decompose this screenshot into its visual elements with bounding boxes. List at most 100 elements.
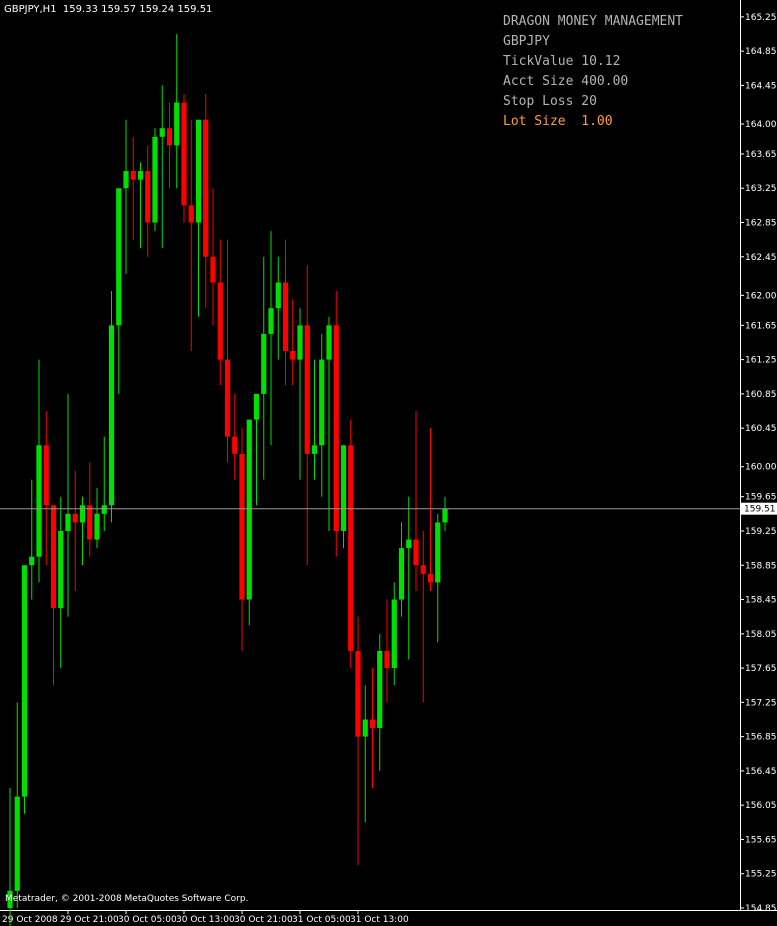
price-tick-label: 156.05 bbox=[745, 801, 777, 811]
price-tick-label: 155.25 bbox=[745, 870, 777, 880]
price-tick-label: 157.25 bbox=[745, 698, 777, 708]
bull-candle bbox=[253, 393, 260, 420]
bull-candle bbox=[152, 136, 158, 223]
bull-candle bbox=[36, 445, 42, 557]
bear-candle bbox=[217, 282, 223, 360]
bull-candle bbox=[108, 325, 115, 506]
bear-candle bbox=[348, 445, 354, 651]
price-tick-label: 161.25 bbox=[745, 356, 777, 366]
bull-candle bbox=[362, 719, 368, 737]
bull-candle bbox=[58, 530, 64, 609]
bear-candle bbox=[355, 650, 361, 737]
current-price-label: 159.51 bbox=[744, 505, 776, 515]
bull-candle bbox=[195, 119, 202, 223]
price-tick-label: 158.05 bbox=[745, 630, 777, 640]
candlestick-chart[interactable]: 165.25 164.85 164.45 164.00 163.65 163.25 162.… bbox=[0, 0, 777, 926]
bull-candle bbox=[442, 508, 448, 523]
bull-candle bbox=[340, 445, 347, 531]
price-tick-label: 162.45 bbox=[745, 253, 777, 263]
bear-candle bbox=[420, 565, 426, 574]
bull-candle bbox=[275, 282, 281, 309]
bull-candle bbox=[377, 650, 383, 729]
bull-candle bbox=[159, 128, 165, 137]
bull-candle bbox=[137, 171, 144, 180]
bull-candle bbox=[29, 556, 35, 566]
bull-candle bbox=[79, 505, 86, 523]
bear-candle bbox=[232, 436, 238, 454]
time-tick-label: 29 Oct 21:00 bbox=[60, 915, 119, 925]
account-size: Acct Size 400.00 bbox=[503, 74, 629, 89]
bear-candle bbox=[304, 325, 310, 454]
bull-candle bbox=[406, 539, 412, 549]
bull-candle bbox=[261, 333, 267, 394]
panel-title: DRAGON MONEY MANAGEMENT bbox=[503, 14, 684, 29]
bear-candle bbox=[166, 128, 173, 146]
bear-candle bbox=[203, 119, 209, 257]
price-tick-label: 164.45 bbox=[745, 81, 777, 91]
bear-candle bbox=[290, 351, 296, 360]
copyright-notice: Metatrader, © 2001-2008 MetaQuotes Softw… bbox=[5, 894, 249, 904]
price-tick-label: 163.65 bbox=[745, 150, 777, 160]
chart-header: GBPJPY,H1 159.33 159.57 159.24 159.51 bbox=[4, 4, 213, 15]
price-tick-label: 160.00 bbox=[745, 463, 777, 473]
price-tick-label: 161.65 bbox=[745, 321, 777, 331]
time-tick-label: 30 Oct 13:00 bbox=[176, 915, 235, 925]
money-management-panel: DRAGON MONEY MANAGEMENT GBPJPY TickValue… bbox=[503, 12, 683, 132]
bull-candle bbox=[319, 359, 325, 446]
bear-candle bbox=[384, 650, 390, 669]
bear-candle bbox=[369, 719, 376, 729]
bull-candle bbox=[123, 171, 129, 189]
bull-candle bbox=[101, 505, 107, 514]
price-tick-label: 162.00 bbox=[745, 291, 777, 301]
lot-size: Lot Size 1.00 bbox=[503, 114, 613, 129]
bear-candle bbox=[72, 513, 78, 523]
panel-symbol: GBPJPY bbox=[503, 34, 550, 49]
bull-candle bbox=[435, 522, 441, 583]
chart-window[interactable]: 165.25 164.85 164.45 164.00 163.65 163.25 162.… bbox=[0, 0, 777, 926]
price-tick-label: 165.25 bbox=[745, 13, 777, 23]
bull-candle bbox=[21, 565, 28, 797]
bear-candle bbox=[224, 359, 231, 437]
price-tick-label: 159.65 bbox=[745, 493, 777, 503]
time-tick-label: 31 Oct 13:00 bbox=[350, 915, 409, 925]
bear-candle bbox=[50, 505, 57, 609]
price-tick-label: 160.85 bbox=[745, 390, 777, 400]
price-tick-label: 155.65 bbox=[745, 835, 777, 845]
bull-candle bbox=[326, 325, 332, 360]
bull-candle bbox=[268, 308, 274, 334]
bear-candle bbox=[87, 505, 93, 540]
bull-candle bbox=[14, 796, 20, 891]
bear-candle bbox=[239, 453, 245, 600]
bear-candle bbox=[145, 171, 151, 223]
price-tick-label: 158.45 bbox=[745, 596, 777, 606]
time-tick-label: 30 Oct 21:00 bbox=[234, 915, 293, 925]
price-tick-label: 154.85 bbox=[745, 904, 777, 914]
time-tick-label: 31 Oct 05:00 bbox=[292, 915, 351, 925]
bear-candle bbox=[181, 102, 187, 206]
price-tick-label: 163.25 bbox=[745, 184, 777, 194]
bull-candle bbox=[297, 325, 303, 360]
bear-candle bbox=[333, 325, 339, 531]
tick-value: TickValue 10.12 bbox=[503, 54, 621, 69]
time-tick-label: 30 Oct 05:00 bbox=[118, 915, 177, 925]
bull-candle bbox=[116, 188, 122, 326]
price-tick-label: 159.25 bbox=[745, 527, 777, 537]
price-tick-label: 156.45 bbox=[745, 767, 777, 777]
price-tick-label: 156.85 bbox=[745, 733, 777, 743]
bull-candle bbox=[391, 599, 397, 669]
price-tick-label: 158.85 bbox=[745, 561, 777, 571]
bear-candle bbox=[413, 539, 419, 566]
price-tick-label: 160.45 bbox=[745, 424, 777, 434]
bull-candle bbox=[246, 419, 252, 600]
price-tick-label: 157.65 bbox=[745, 664, 777, 674]
bull-candle bbox=[398, 548, 405, 600]
price-tick-label: 164.00 bbox=[745, 120, 777, 130]
bear-candle bbox=[427, 573, 434, 583]
bear-candle bbox=[130, 171, 136, 180]
bear-candle bbox=[188, 205, 194, 223]
bear-candle bbox=[282, 282, 289, 352]
price-tick-label: 164.85 bbox=[745, 47, 777, 57]
price-tick-label: 162.85 bbox=[745, 219, 777, 229]
bull-candle bbox=[311, 445, 318, 454]
bull-candle bbox=[174, 102, 180, 146]
